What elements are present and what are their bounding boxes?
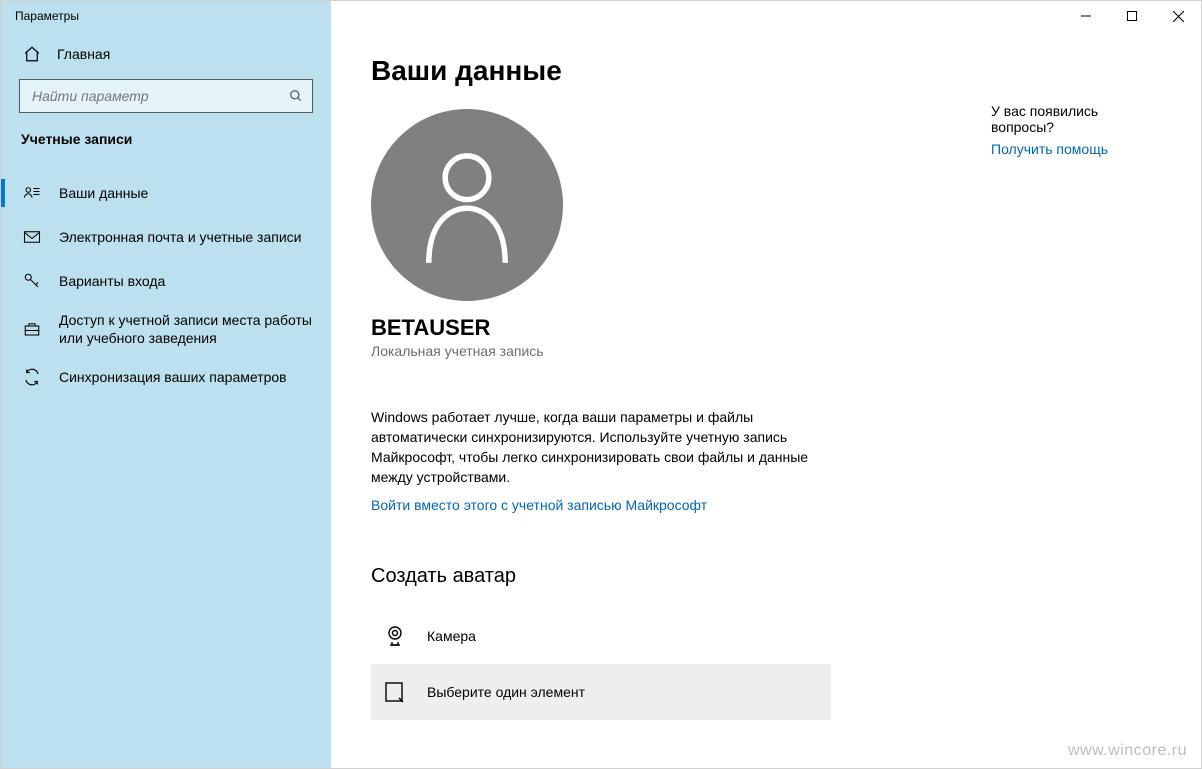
option-label: Выберите один элемент <box>427 684 585 700</box>
sidebar-home[interactable]: Главная <box>19 35 313 79</box>
sidebar-item-email-accounts[interactable]: Электронная почта и учетные записи <box>1 215 331 259</box>
create-avatar-heading: Создать аватар <box>371 565 931 588</box>
search-icon <box>288 88 304 104</box>
window-controls <box>1063 1 1201 31</box>
aside-column: У вас появились вопросы? Получить помощь <box>991 55 1161 768</box>
sidebar-item-your-info[interactable]: Ваши данные <box>1 171 331 215</box>
avatar-option-browse[interactable]: Выберите один элемент <box>371 664 831 720</box>
sidebar-item-label: Ваши данные <box>59 184 148 202</box>
help-question: У вас появились вопросы? <box>991 103 1151 135</box>
sign-in-microsoft-link[interactable]: Войти вместо этого с учетной записью Май… <box>371 497 931 513</box>
home-icon <box>23 45 41 63</box>
content-area: Ваши данные BETAUSER Локальная учетная з… <box>331 31 1201 768</box>
sidebar-item-label: Варианты входа <box>59 272 165 290</box>
search-input[interactable] <box>30 87 288 105</box>
main-column: Ваши данные BETAUSER Локальная учетная з… <box>371 55 931 768</box>
avatar-option-camera[interactable]: Камера <box>371 608 931 664</box>
sidebar: Главная Учетные записи Ваши данные <box>1 1 331 768</box>
window-close-button[interactable] <box>1155 1 1201 31</box>
sync-icon <box>23 368 41 386</box>
window-minimize-button[interactable] <box>1063 1 1109 31</box>
picture-icon <box>383 680 407 704</box>
key-icon <box>23 272 41 290</box>
window-title: Параметры <box>1 9 79 23</box>
sidebar-section-title: Учетные записи <box>19 131 313 147</box>
watermark: www.wincore.ru <box>1068 742 1187 760</box>
briefcase-icon <box>23 320 41 338</box>
page-title: Ваши данные <box>371 55 931 87</box>
person-icon <box>412 145 522 265</box>
sidebar-item-signin-options[interactable]: Варианты входа <box>1 259 331 303</box>
window-maximize-button[interactable] <box>1109 1 1155 31</box>
titlebar: Параметры <box>1 1 1201 31</box>
sidebar-item-label: Доступ к учетной записи места работы или… <box>59 311 313 347</box>
sidebar-item-sync[interactable]: Синхронизация ваших параметров <box>1 355 331 399</box>
sidebar-home-label: Главная <box>57 46 110 62</box>
avatar <box>371 109 563 301</box>
sidebar-item-work-school[interactable]: Доступ к учетной записи места работы или… <box>1 303 331 355</box>
sidebar-nav: Ваши данные Электронная почта и учетные … <box>1 171 331 399</box>
mail-icon <box>23 228 41 246</box>
sidebar-item-label: Электронная почта и учетные записи <box>59 228 301 246</box>
sync-blurb: Windows работает лучше, когда ваши парам… <box>371 407 851 487</box>
search-box[interactable] <box>19 79 313 113</box>
get-help-link[interactable]: Получить помощь <box>991 141 1151 157</box>
option-label: Камера <box>427 628 476 644</box>
account-type: Локальная учетная запись <box>371 343 931 359</box>
sidebar-item-label: Синхронизация ваших параметров <box>59 368 287 386</box>
camera-icon <box>383 624 407 648</box>
person-card-icon <box>23 184 41 202</box>
user-name: BETAUSER <box>371 315 931 341</box>
